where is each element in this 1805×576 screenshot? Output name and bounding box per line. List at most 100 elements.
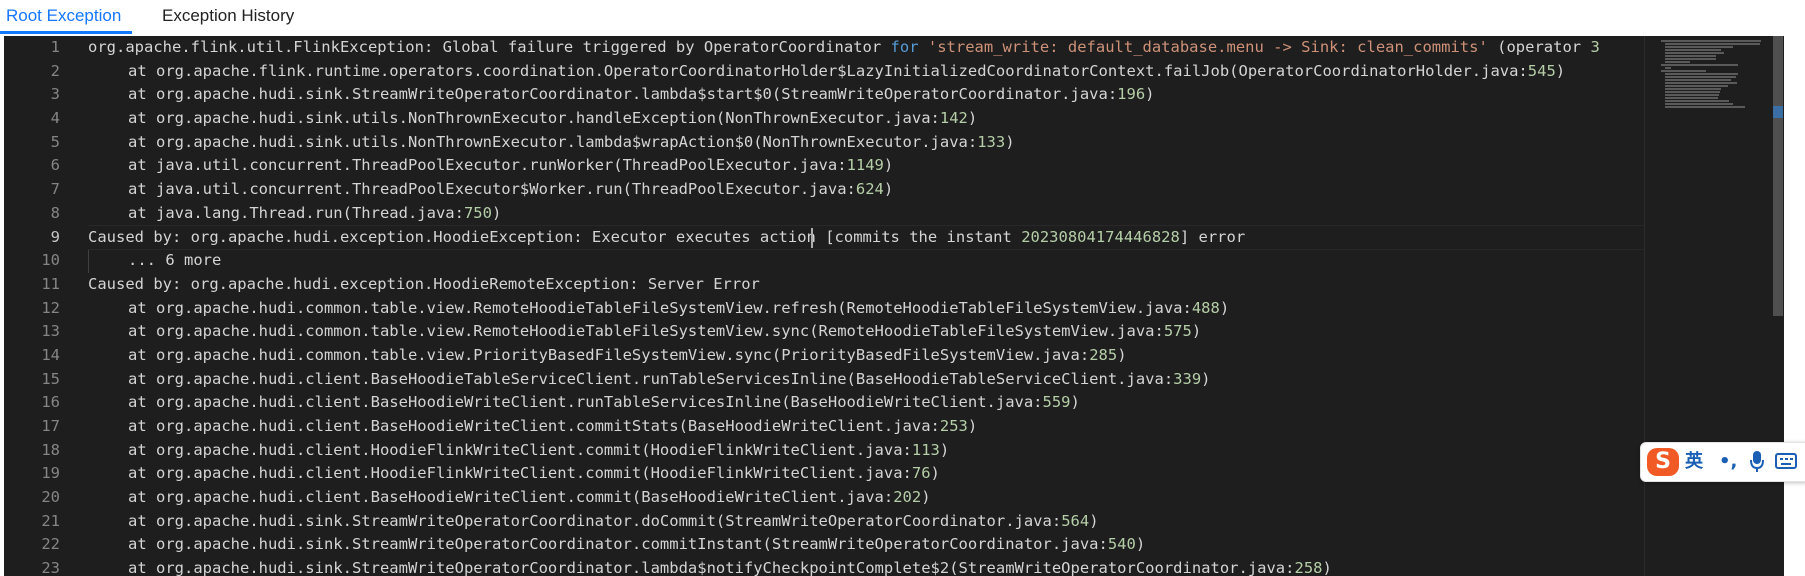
- minimap-line: [1665, 103, 1733, 105]
- line-number: 6: [50, 156, 60, 175]
- code-token: at org.apache.hudi.common.table.view.Rem…: [128, 322, 1164, 341]
- microphone-icon[interactable]: [1749, 449, 1765, 475]
- code-line[interactable]: at org.apache.hudi.common.table.view.Rem…: [88, 320, 1644, 344]
- code-token: ): [883, 180, 894, 199]
- code-line[interactable]: at org.apache.hudi.client.BaseHoodieWrit…: [88, 391, 1644, 415]
- code-token: at java.util.concurrent.ThreadPoolExecut…: [128, 180, 856, 199]
- code-token: at org.apache.hudi.client.HoodieFlinkWri…: [128, 440, 912, 459]
- code-token: 3: [1590, 38, 1600, 56]
- ime-language-toggle[interactable]: 英: [1685, 449, 1703, 475]
- code-line[interactable]: at org.apache.hudi.common.table.view.Pri…: [88, 344, 1644, 368]
- code-token: for: [890, 38, 919, 56]
- code-token: ): [921, 488, 931, 507]
- code-token: at org.apache.hudi.client.BaseHoodieTabl…: [128, 369, 1174, 388]
- tab-exception-history[interactable]: Exception History: [162, 0, 294, 34]
- code-token: Caused by: org.apache.hudi.exception.Hoo…: [88, 274, 760, 293]
- code-line[interactable]: at java.util.concurrent.ThreadPoolExecut…: [88, 178, 1644, 202]
- code-token: at org.apache.hudi.client.BaseHoodieWrit…: [128, 417, 940, 435]
- minimap-line: [1665, 55, 1716, 57]
- code-line[interactable]: at org.apache.hudi.sink.StreamWriteOpera…: [88, 510, 1644, 534]
- minimap-line: [1665, 106, 1745, 108]
- code-token: 545: [1527, 61, 1556, 80]
- code-token: 113: [911, 440, 940, 459]
- code-token: 1149: [846, 156, 884, 175]
- ime-toolbar[interactable]: S 英 •,: [1640, 442, 1805, 482]
- ime-punctuation-toggle[interactable]: •,: [1719, 449, 1737, 475]
- tab-root-exception[interactable]: Root Exception: [0, 0, 132, 34]
- code-text-area[interactable]: org.apache.flink.util.FlinkException: Gl…: [88, 36, 1644, 576]
- line-number: 17: [41, 417, 60, 435]
- code-line[interactable]: at org.apache.hudi.client.HoodieFlinkWri…: [88, 439, 1644, 463]
- minimap-line: [1665, 58, 1716, 60]
- line-number: 9: [50, 227, 60, 246]
- code-token: ): [930, 464, 940, 483]
- code-line[interactable]: org.apache.flink.util.FlinkException: Gl…: [88, 36, 1644, 60]
- code-line[interactable]: Caused by: org.apache.hudi.exception.Hoo…: [88, 224, 1644, 251]
- code-line[interactable]: at org.apache.hudi.client.BaseHoodieWrit…: [88, 415, 1644, 439]
- vertical-scrollbar[interactable]: [1770, 36, 1784, 576]
- line-number: 7: [50, 180, 60, 199]
- code-token: ... 6 more: [128, 251, 222, 270]
- code-token: at org.apache.flink.runtime.operators.co…: [128, 61, 1528, 80]
- sogou-logo-icon[interactable]: S: [1647, 448, 1679, 476]
- code-token: ): [1219, 298, 1230, 317]
- code-token: 202: [893, 488, 922, 507]
- code-token: at org.apache.hudi.common.table.view.Pri…: [128, 345, 1090, 364]
- code-token: at org.apache.hudi.sink.utils.NonThrownE…: [128, 132, 978, 151]
- scrollbar-thumb[interactable]: [1773, 36, 1783, 316]
- code-line[interactable]: at org.apache.hudi.sink.utils.NonThrownE…: [88, 107, 1644, 131]
- code-token: ): [1322, 559, 1332, 576]
- code-token: ): [939, 440, 950, 459]
- code-line[interactable]: at org.apache.hudi.client.HoodieFlinkWri…: [88, 462, 1644, 486]
- code-token: 540: [1107, 535, 1136, 554]
- code-line[interactable]: ... 6 more: [88, 249, 1644, 273]
- code-token: ): [1135, 535, 1146, 554]
- minimap-line: [1665, 46, 1733, 48]
- line-number: 8: [50, 203, 60, 222]
- indent-guide: [88, 249, 128, 273]
- minimap-line: [1665, 52, 1724, 54]
- line-number: 14: [41, 345, 60, 364]
- code-token: ): [1070, 393, 1080, 412]
- tab-exception-history-label: Exception History: [162, 6, 295, 25]
- code-token: 142: [939, 109, 968, 128]
- line-number: 16: [41, 393, 60, 412]
- code-token: at org.apache.hudi.sink.StreamWriteOpera…: [128, 511, 1062, 530]
- code-token: 624: [855, 180, 884, 199]
- code-line[interactable]: at org.apache.hudi.sink.StreamWriteOpera…: [88, 533, 1644, 557]
- minimap-line: [1665, 91, 1720, 93]
- line-number: 11: [41, 274, 60, 293]
- tab-bar: Root Exception Exception History: [0, 0, 1805, 34]
- code-line[interactable]: at org.apache.hudi.sink.StreamWriteOpera…: [88, 557, 1644, 576]
- code-token: at org.apache.hudi.client.BaseHoodieWrit…: [128, 393, 1043, 412]
- code-line[interactable]: at java.util.concurrent.ThreadPoolExecut…: [88, 154, 1644, 178]
- code-token: 76: [911, 464, 931, 483]
- code-token: ): [1117, 345, 1127, 364]
- code-line[interactable]: Caused by: org.apache.hudi.exception.Hoo…: [88, 273, 1644, 297]
- keyboard-icon[interactable]: [1775, 449, 1797, 475]
- code-line[interactable]: at org.apache.hudi.client.BaseHoodieWrit…: [88, 486, 1644, 510]
- code-token: at org.apache.hudi.sink.StreamWriteOpera…: [128, 85, 1118, 104]
- code-token: 488: [1191, 298, 1220, 317]
- code-token: 253: [939, 417, 968, 435]
- code-editor[interactable]: 1 2 3 4 5 6 7 8 9 10 11 12 13 14 15 16 17 18 19 20 21 22 23 or…: [4, 36, 1784, 576]
- code-line[interactable]: at org.apache.hudi.common.table.view.Rem…: [88, 297, 1644, 321]
- line-number: 1: [50, 38, 60, 56]
- line-number-gutter: 1 2 3 4 5 6 7 8 9 10 11 12 13 14 15 16 17 18 19 20 21 22 23: [4, 36, 66, 576]
- code-line[interactable]: at org.apache.hudi.client.BaseHoodieTabl…: [88, 368, 1644, 392]
- code-line[interactable]: at org.apache.flink.runtime.operators.co…: [88, 60, 1644, 84]
- code-token: at org.apache.hudi.common.table.view.Rem…: [128, 298, 1192, 317]
- minimap[interactable]: [1644, 36, 1771, 576]
- code-line[interactable]: at org.apache.hudi.sink.StreamWriteOpera…: [88, 83, 1644, 107]
- minimap-line: [1665, 94, 1719, 96]
- code-token: at java.util.concurrent.ThreadPoolExecut…: [128, 156, 847, 175]
- line-number: 2: [50, 61, 60, 80]
- line-number: 22: [41, 535, 60, 554]
- minimap-line: [1665, 100, 1729, 102]
- code-token: 575: [1163, 322, 1192, 341]
- code-line[interactable]: at org.apache.hudi.sink.utils.NonThrownE…: [88, 131, 1644, 155]
- active-tab-indicator: [0, 31, 132, 34]
- code-line[interactable]: at java.lang.Thread.run(Thread.java:750): [88, 202, 1644, 226]
- code-token: ): [967, 109, 978, 128]
- code-token: ): [491, 203, 502, 222]
